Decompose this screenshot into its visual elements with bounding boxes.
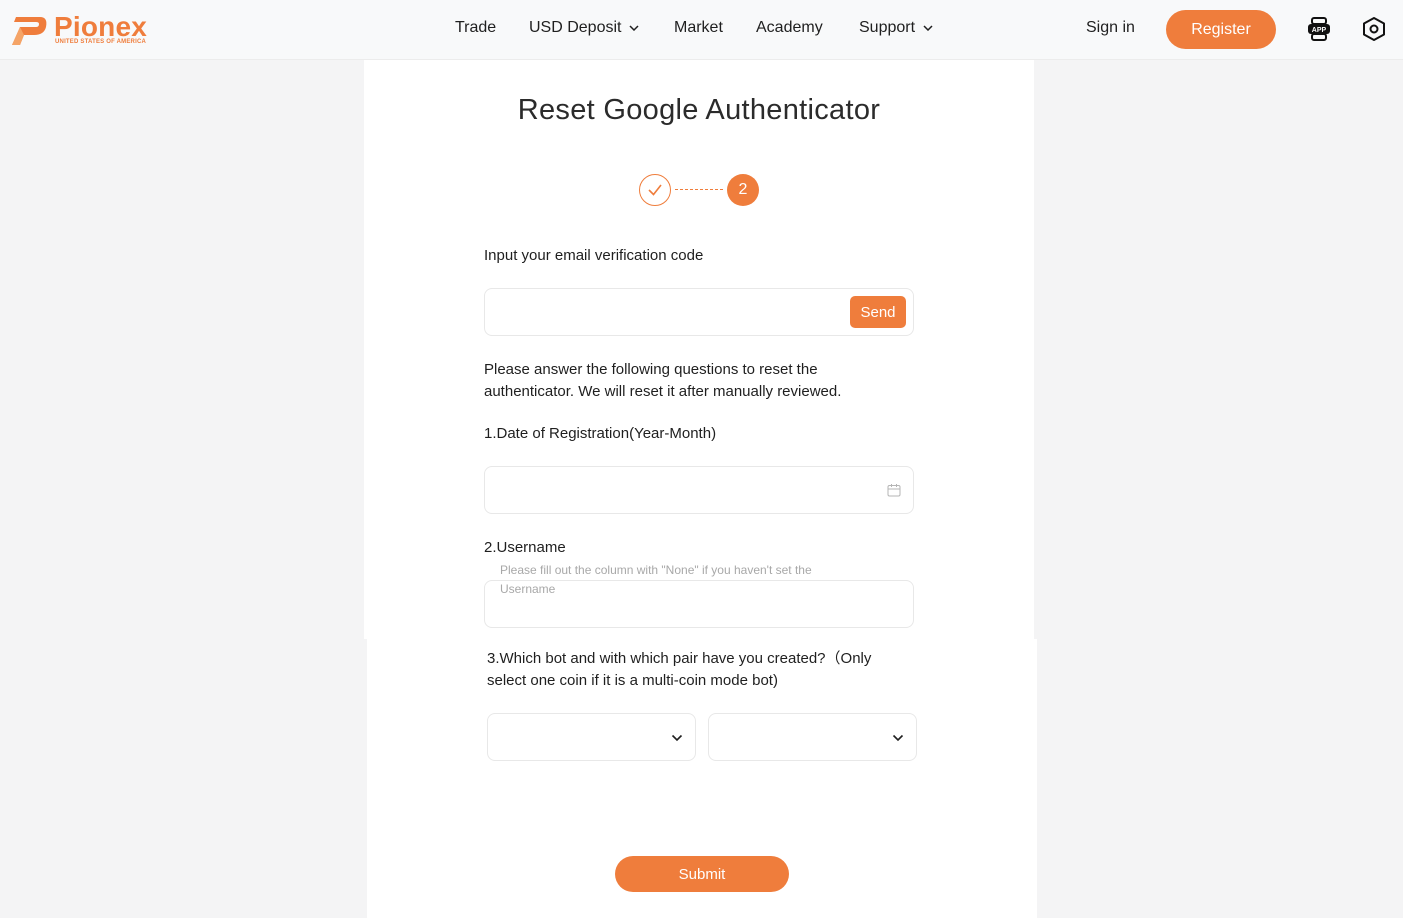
email-code-input[interactable] [485,289,845,335]
step-connector [675,189,723,190]
nav-usd-deposit[interactable]: USD Deposit [529,19,640,37]
nav-support-label: Support [859,19,916,36]
send-code-button[interactable]: Send [850,296,906,328]
registration-date-label: 1.Date of Registration(Year-Month) [484,425,717,442]
chevron-down-icon [629,25,640,31]
settings-hexagon-icon[interactable] [1361,16,1387,42]
username-placeholder-line-2: Username [500,582,556,596]
nav-academy[interactable]: Academy [756,19,823,37]
bot-type-select[interactable] [487,713,696,761]
step-indicator: 2 [639,174,759,206]
registration-date-field[interactable] [484,466,914,514]
nav-trade-label: Trade [455,19,497,36]
intro-text-line-2: authenticator. We will reset it after ma… [484,383,842,400]
registration-date-input[interactable] [485,467,875,513]
pionex-logo[interactable]: Pionex UNITED STATES OF AMERICA [10,11,160,49]
checkmark-icon [647,184,662,196]
bot-pair-label-line-2: select one coin if it is a multi-coin mo… [487,672,778,689]
nav-support[interactable]: Support [859,19,933,37]
pionex-logo-icon [12,17,47,45]
page-title: Reset Google Authenticator [517,94,881,126]
app-download-icon[interactable]: APP [1306,16,1332,42]
chevron-down-icon [671,734,683,742]
bot-pair-label-line-1: 3.Which bot and with which pair have you… [487,650,872,667]
username-label: 2.Username [484,539,566,556]
sign-in-link[interactable]: Sign in [1086,19,1135,37]
nav-academy-label: Academy [756,19,823,36]
email-code-field-wrapper: Send [484,288,914,336]
chevron-down-icon [923,25,933,31]
intro-text-line-1: Please answer the following questions to… [484,361,818,378]
username-placeholder: Please fill out the column with "None" i… [500,561,880,599]
username-placeholder-line-1: Please fill out the column with "None" i… [500,563,812,577]
app-badge-text: APP [1312,27,1327,34]
top-header: Pionex UNITED STATES OF AMERICA Trade US… [0,0,1403,60]
nav-trade[interactable]: Trade [455,19,496,37]
step-2-current: 2 [727,174,759,206]
register-button[interactable]: Register [1166,10,1276,49]
trading-pair-select[interactable] [708,713,917,761]
calendar-icon[interactable] [887,483,901,497]
nav-market[interactable]: Market [674,19,723,37]
nav-usd-deposit-label: USD Deposit [529,19,622,36]
reset-card [364,60,1034,639]
chevron-down-icon [892,734,904,742]
submit-button[interactable]: Submit [615,856,789,892]
step-1-completed [639,174,671,206]
nav-market-label: Market [674,19,723,36]
brand-subtitle: UNITED STATES OF AMERICA [55,39,147,45]
email-code-label: Input your email verification code [484,247,704,264]
